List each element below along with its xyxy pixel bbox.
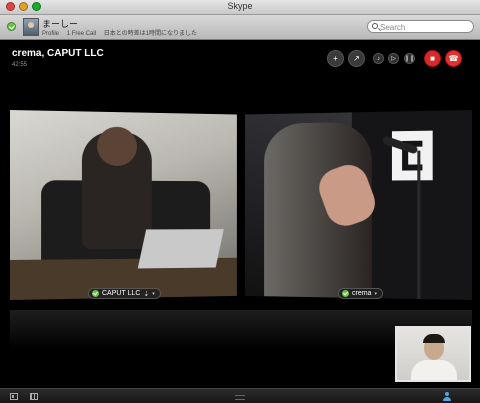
- call-timer: 42:55: [12, 62, 28, 68]
- share-screen-icon: ↗: [353, 54, 360, 63]
- resize-grip[interactable]: [235, 395, 245, 400]
- self-view-hair: [423, 334, 445, 343]
- hangup-button[interactable]: ☎: [445, 50, 462, 67]
- mood-message[interactable]: 日本との時差は1時間になりました: [104, 31, 197, 37]
- mute-mic-icon: ♪: [377, 55, 380, 62]
- search-icon: [372, 23, 378, 29]
- dialpad-icon[interactable]: [30, 393, 38, 400]
- participant-name: crema: [352, 290, 372, 297]
- bottom-bar: [0, 388, 480, 403]
- window-title: Skype: [227, 1, 253, 11]
- title-bar: Skype: [0, 0, 480, 15]
- online-status-icon: [342, 290, 349, 297]
- search-box[interactable]: [367, 20, 474, 33]
- video-icon: ■: [430, 54, 435, 63]
- video-button[interactable]: ■: [424, 50, 441, 67]
- participant-tag-caput[interactable]: CAPUT LLC ⇣ ▾: [88, 288, 161, 299]
- online-status-icon[interactable]: [7, 22, 16, 31]
- free-call-link[interactable]: 1 Free Call: [67, 31, 96, 37]
- hold-button[interactable]: ❙❙: [404, 53, 415, 64]
- video-mic-stand: [417, 150, 421, 300]
- muted-icon: ⇣: [143, 290, 150, 298]
- participant-tag-crema[interactable]: crema ▾: [338, 288, 383, 299]
- video-sign: [391, 130, 433, 181]
- remote-video-caput[interactable]: [10, 110, 237, 300]
- self-view[interactable]: [395, 326, 471, 382]
- profile-subline: Profile 1 Free Call 日本との時差は1時間になりました: [42, 28, 203, 37]
- chevron-down-icon: ▾: [374, 290, 377, 297]
- avatar[interactable]: [23, 18, 39, 36]
- video-laptop: [137, 229, 224, 269]
- profile-toolbar: まーしー Profile 1 Free Call 日本との時差は1時間になりまし…: [0, 15, 480, 40]
- add-person-icon: +: [333, 54, 338, 63]
- mute-button[interactable]: ♪: [373, 53, 384, 64]
- profile-link[interactable]: Profile: [42, 31, 59, 37]
- add-person-button[interactable]: +: [327, 50, 344, 67]
- remote-video-crema[interactable]: [245, 110, 472, 300]
- call-title: crema, CAPUT LLC: [12, 48, 104, 59]
- self-view-body: [411, 360, 457, 380]
- search-input[interactable]: [380, 22, 470, 32]
- volume-button[interactable]: ▷: [388, 53, 399, 64]
- chevron-down-icon: ▾: [152, 290, 155, 297]
- call-area: crema, CAPUT LLC 42:55 + ↗ ♪ ▷ ❙❙ ■ ☎ CA…: [0, 40, 480, 388]
- hangup-icon: ☎: [448, 54, 459, 63]
- participant-name: CAPUT LLC: [102, 290, 141, 297]
- video-stage: CAPUT LLC ⇣ ▾ crema ▾: [0, 110, 480, 310]
- sidebar-toggle-icon[interactable]: [10, 393, 18, 400]
- online-status-icon: [92, 290, 99, 297]
- contacts-icon[interactable]: [443, 392, 451, 401]
- pause-icon: ❙❙: [404, 56, 415, 62]
- share-button[interactable]: ↗: [348, 50, 365, 67]
- video-person-head: [97, 126, 138, 167]
- skype-window: Skype まーしー Profile 1 Free Call 日本との時差は1時…: [0, 0, 480, 403]
- volume-icon: ▷: [391, 56, 396, 62]
